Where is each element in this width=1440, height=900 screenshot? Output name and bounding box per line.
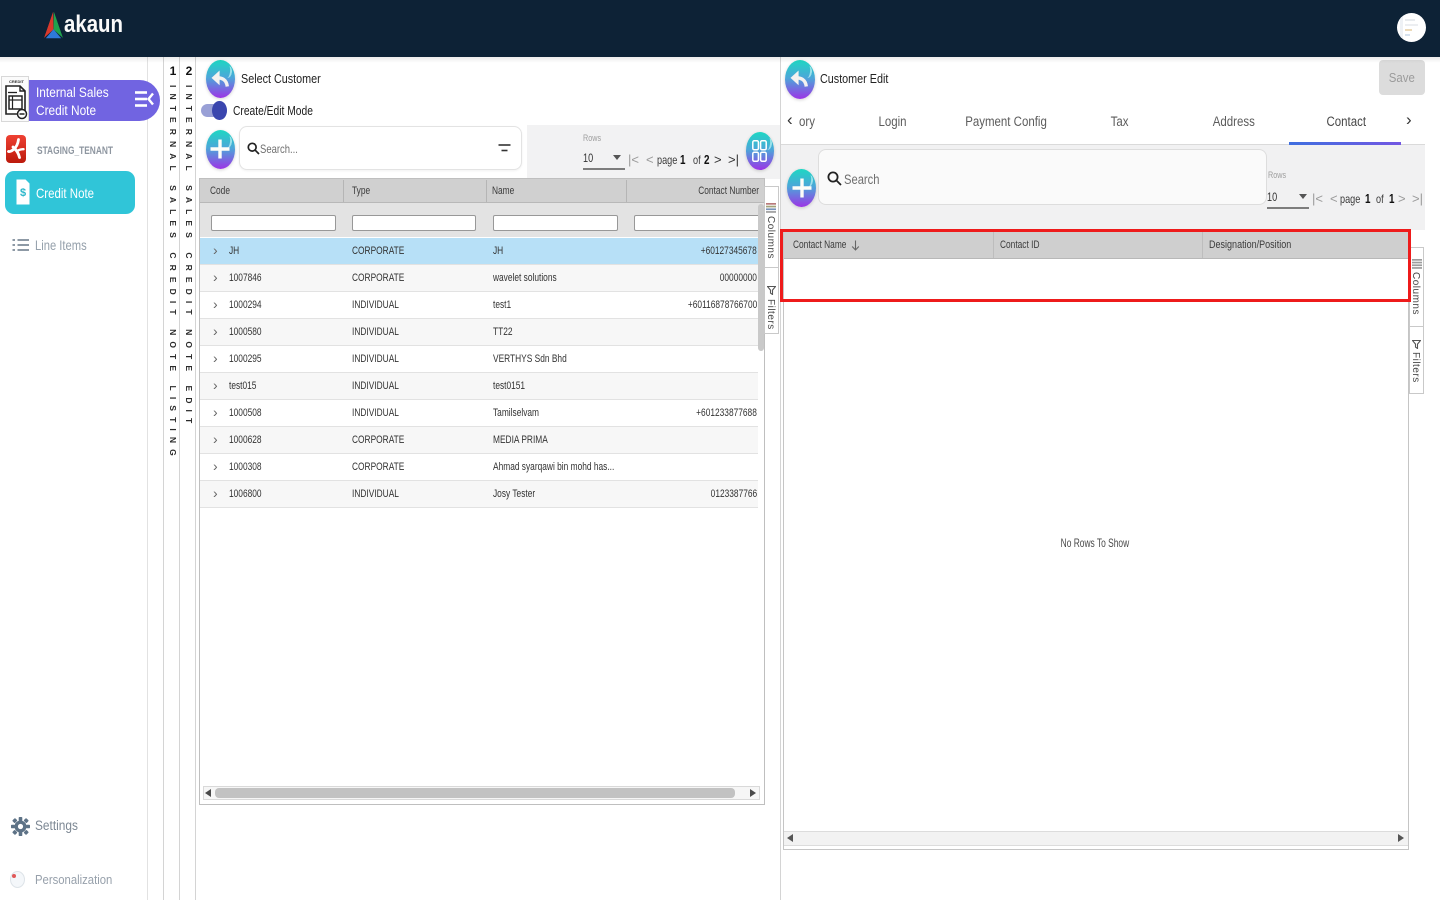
svg-text:$: $	[20, 187, 26, 199]
